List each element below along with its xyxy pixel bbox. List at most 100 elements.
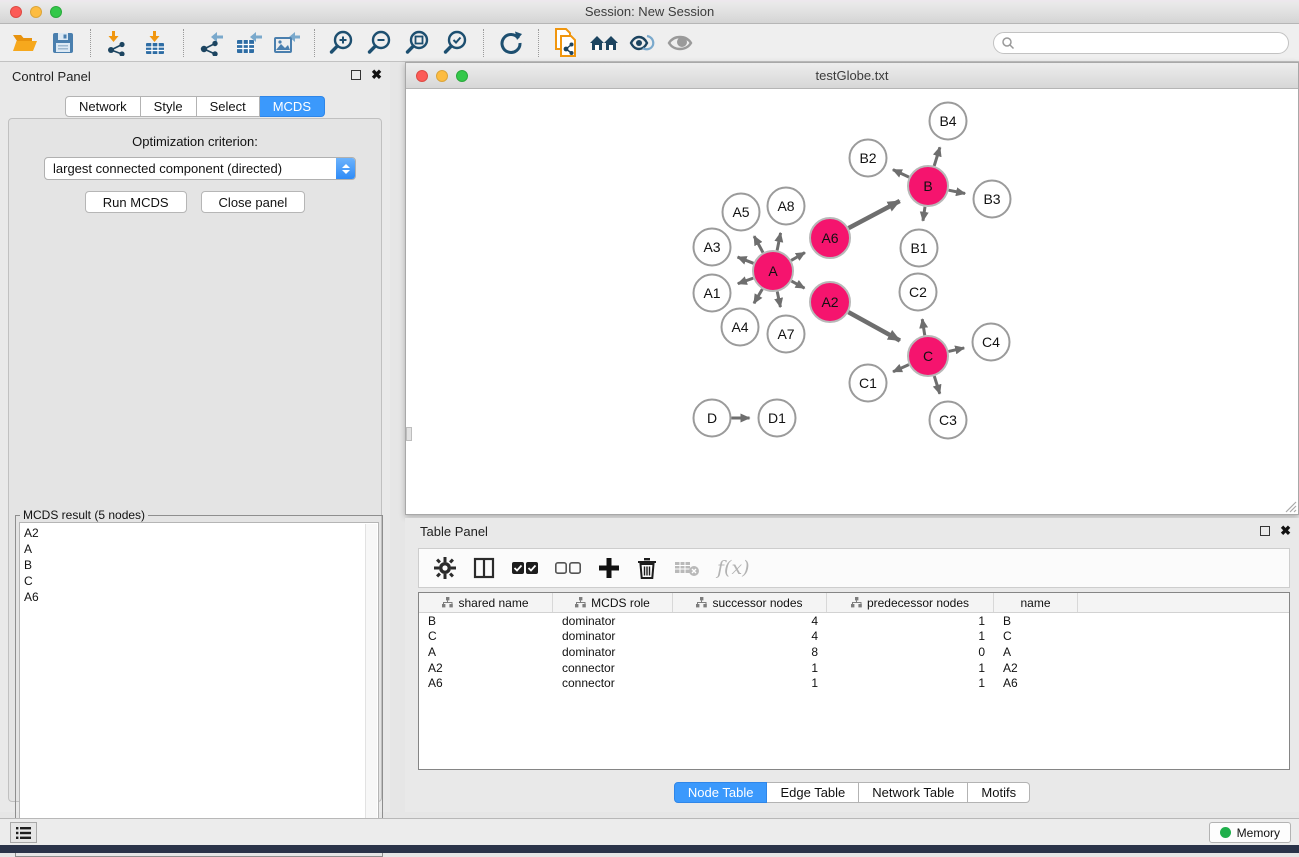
graph-edge[interactable] <box>777 292 780 308</box>
graph-edge[interactable] <box>893 365 909 372</box>
graph-edge[interactable] <box>949 190 965 193</box>
resize-grip-icon[interactable] <box>1284 500 1297 513</box>
global-search-field[interactable] <box>993 32 1289 54</box>
import-network-button[interactable] <box>99 27 137 59</box>
save-floppy-icon <box>52 32 74 54</box>
close-panel-button[interactable]: Close panel <box>201 191 306 213</box>
graph-node-label: A4 <box>731 319 748 335</box>
graph-edge[interactable] <box>754 289 762 303</box>
tab-network[interactable]: Network <box>65 96 141 117</box>
export-network-button[interactable] <box>192 27 230 59</box>
export-image-button[interactable] <box>268 27 306 59</box>
graph-node-label: A7 <box>777 326 794 342</box>
show-task-history-button[interactable] <box>10 822 37 843</box>
table-body[interactable]: Bdominator41BCdominator41CAdominator80AA… <box>419 613 1289 691</box>
deselect-all-icon[interactable] <box>555 561 581 575</box>
tab-network-table[interactable]: Network Table <box>859 782 968 803</box>
graph-edge[interactable] <box>934 376 940 394</box>
graph-edge[interactable] <box>848 312 900 340</box>
mcds-result-item[interactable]: A <box>24 541 364 557</box>
criterion-dropdown[interactable]: largest connected component (directed) <box>44 157 356 180</box>
refresh-view-button[interactable] <box>492 27 530 59</box>
run-mcds-button[interactable]: Run MCDS <box>85 191 187 213</box>
function-builder-fx-icon: f(x) <box>717 557 750 579</box>
table-row[interactable]: Bdominator41B <box>419 613 1289 629</box>
table-cell: 8 <box>673 645 827 659</box>
tab-style[interactable]: Style <box>141 96 197 117</box>
table-row[interactable]: A2connector11A2 <box>419 660 1289 676</box>
delete-column-trash-icon[interactable] <box>637 557 657 579</box>
float-table-panel-icon[interactable] <box>1260 526 1270 536</box>
graph-node-label: A3 <box>703 239 720 255</box>
memory-button[interactable]: Memory <box>1209 822 1291 843</box>
zoom-out-button[interactable] <box>361 27 399 59</box>
graph-node-label: A1 <box>703 285 720 301</box>
graph-edge[interactable] <box>849 201 900 228</box>
open-session-button[interactable] <box>6 27 44 59</box>
tab-motifs[interactable]: Motifs <box>968 782 1030 803</box>
network-graph: AA1A2A3A4A5A6A7A8BB1B2B3B4CC1C2C3C4DD1 <box>406 89 1298 515</box>
mcds-result-item[interactable]: B <box>24 557 364 573</box>
table-row[interactable]: Adominator80A <box>419 644 1289 660</box>
graph-edge[interactable] <box>922 319 925 335</box>
column-header-successor-nodes[interactable]: successor nodes <box>673 593 827 612</box>
table-settings-gear-icon[interactable] <box>434 557 456 579</box>
graph-edge[interactable] <box>923 207 925 221</box>
graph-edge[interactable] <box>934 147 940 166</box>
refresh-icon <box>498 30 524 56</box>
graph-edge[interactable] <box>754 236 763 252</box>
canvas-scroll-tick[interactable] <box>406 427 412 441</box>
mcds-result-item[interactable]: C <box>24 573 364 589</box>
table-row[interactable]: A6connector11A6 <box>419 675 1289 691</box>
graph-node-label: B4 <box>939 113 956 129</box>
show-column-panel-icon[interactable] <box>473 557 495 579</box>
network-window-titlebar[interactable]: testGlobe.txt <box>406 63 1298 89</box>
graph-edge[interactable] <box>893 170 909 177</box>
save-session-button[interactable] <box>44 27 82 59</box>
tab-edge-table[interactable]: Edge Table <box>767 782 859 803</box>
graph-edge[interactable] <box>738 257 754 263</box>
select-all-icon[interactable] <box>512 561 538 575</box>
float-panel-icon[interactable] <box>351 70 361 80</box>
fit-content-button[interactable] <box>399 27 437 59</box>
zoom-in-button[interactable] <box>323 27 361 59</box>
network-canvas[interactable]: AA1A2A3A4A5A6A7A8BB1B2B3B4CC1C2C3C4DD1 <box>406 89 1298 514</box>
clone-network-button[interactable] <box>547 27 585 59</box>
graph-edge[interactable] <box>791 281 804 288</box>
tab-mcds[interactable]: MCDS <box>260 96 325 117</box>
graph-edge[interactable] <box>791 253 805 261</box>
column-header-mcds-role[interactable]: MCDS role <box>553 593 673 612</box>
import-table-button[interactable] <box>137 27 175 59</box>
table-row[interactable]: Cdominator41C <box>419 629 1289 645</box>
graph-node-label: A5 <box>732 204 749 220</box>
tab-select[interactable]: Select <box>197 96 260 117</box>
list-scrollbar[interactable] <box>365 524 377 851</box>
style-preview-button[interactable] <box>623 27 661 59</box>
export-network-icon <box>197 30 225 56</box>
column-header-name[interactable]: name <box>994 593 1078 612</box>
mcds-result-item[interactable]: A2 <box>24 525 364 541</box>
tab-node-table[interactable]: Node Table <box>674 782 768 803</box>
mcds-result-list[interactable]: A2ABCA6 <box>19 522 379 853</box>
close-panel-icon[interactable]: ✖ <box>371 70 382 80</box>
add-column-icon[interactable] <box>598 557 620 579</box>
zoom-selected-button[interactable] <box>437 27 475 59</box>
table-cell: A <box>419 645 553 659</box>
node-table[interactable]: shared name MCDS role successor nodes pr… <box>418 592 1290 770</box>
close-table-panel-icon[interactable]: ✖ <box>1280 526 1291 536</box>
table-cell: B <box>994 614 1078 628</box>
hide-graphics-button[interactable] <box>661 27 699 59</box>
table-cell: 1 <box>673 661 827 675</box>
export-table-button[interactable] <box>230 27 268 59</box>
graph-edge[interactable] <box>948 348 964 351</box>
toolbar-separator <box>538 29 539 57</box>
column-header-predecessor-nodes[interactable]: predecessor nodes <box>827 593 994 612</box>
column-header-shared-name[interactable]: shared name <box>419 593 553 612</box>
graph-edge[interactable] <box>738 278 753 284</box>
cybrowser-home-button[interactable] <box>585 27 623 59</box>
graph-node-label: B1 <box>910 240 927 256</box>
graph-edge[interactable] <box>777 233 780 250</box>
mcds-result-item[interactable]: A6 <box>24 589 364 605</box>
column-tree-icon <box>851 597 862 608</box>
search-input[interactable] <box>1015 34 1288 52</box>
